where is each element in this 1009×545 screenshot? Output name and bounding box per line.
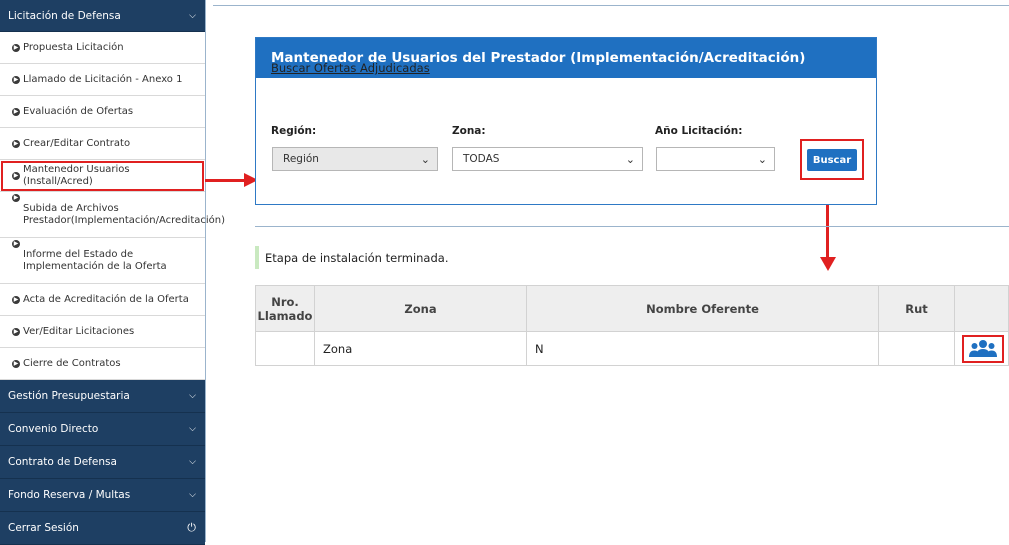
sidebar-section-cerrar-sesion[interactable]: Cerrar Sesión ⏻ xyxy=(0,512,205,545)
cell-zona: Zona xyxy=(314,331,527,366)
cell-nombre-oferente: N xyxy=(526,331,879,366)
chevron-down-icon: ⌵ xyxy=(189,391,196,401)
col-header-nombre-oferente: Nombre Oferente xyxy=(526,285,879,332)
cell-rut xyxy=(878,331,955,366)
power-icon: ⏻ xyxy=(187,521,196,534)
sidebar-item-cierre-contratos[interactable]: ▶ Cierre de Contratos xyxy=(0,348,205,380)
status-message: Etapa de instalación terminada. xyxy=(255,246,448,269)
results-table: Nro. Llamado Zona Nombre Oferente Rut Zo… xyxy=(255,285,1009,366)
status-bar-accent xyxy=(255,246,259,269)
table-row: Zona N xyxy=(255,331,1009,366)
region-label: Región: xyxy=(271,125,317,137)
arrow-circle-icon: ▶ xyxy=(12,107,20,116)
arrow-circle-icon: ▶ xyxy=(12,295,20,304)
chevron-down-icon: ⌄ xyxy=(420,152,430,166)
sidebar-item-subida-archivos[interactable]: ▶ Subida de Archivos Prestador(Implement… xyxy=(0,192,225,238)
zona-select-value: TODAS xyxy=(463,153,500,165)
sidebar-item-label: Llamado de Licitación - Anexo 1 xyxy=(23,73,183,85)
chevron-down-icon: ⌵ xyxy=(189,424,196,434)
arrow-circle-icon: ▶ xyxy=(12,171,20,180)
section-divider xyxy=(255,226,1009,227)
chevron-down-icon: ⌵ xyxy=(189,457,196,467)
sidebar-item-label: Mantenedor Usuarios (Install/Acred) xyxy=(23,163,130,187)
annotation-arrowhead-down xyxy=(820,257,836,271)
sidebar-item-label: Evaluación de Ofertas xyxy=(23,105,134,117)
sidebar-section-licitacion-defensa[interactable]: Licitación de Defensa ⌵ xyxy=(0,0,205,32)
sidebar-item-crear-contrato[interactable]: ▶ Crear/Editar Contrato xyxy=(0,128,205,160)
cell-nro-llamado xyxy=(255,331,315,366)
zona-select[interactable]: TODAS ⌄ xyxy=(452,147,643,171)
arrow-circle-icon: ▶ xyxy=(12,75,20,84)
sidebar-section-convenio-directo[interactable]: Convenio Directo ⌵ xyxy=(0,413,205,446)
chevron-down-icon: ⌵ xyxy=(189,490,196,500)
arrow-circle-icon: ▶ xyxy=(12,139,20,148)
sidebar-item-label: Subida de Archivos Prestador(Implementac… xyxy=(23,202,226,226)
sidebar-section-label: Licitación de Defensa xyxy=(8,9,121,22)
zona-label: Zona: xyxy=(452,125,486,137)
sidebar-item-label: Cierre de Contratos xyxy=(23,357,121,369)
sidebar-item-label: Crear/Editar Contrato xyxy=(23,137,131,149)
col-header-zona: Zona xyxy=(314,285,527,332)
sidebar-section-label: Contrato de Defensa xyxy=(8,456,117,468)
arrow-circle-icon: ▶ xyxy=(12,240,20,248)
annotation-arrow-horizontal xyxy=(205,179,245,182)
anio-licitacion-label: Año Licitación: xyxy=(655,125,743,137)
users-icon[interactable] xyxy=(964,337,1002,361)
sidebar-item-label: Ver/Editar Licitaciones xyxy=(23,325,135,337)
arrow-circle-icon: ▶ xyxy=(12,359,20,368)
region-select-value: Región xyxy=(283,153,319,165)
arrow-circle-icon: ▶ xyxy=(12,43,20,52)
sidebar-item-ver-licitaciones[interactable]: ▶ Ver/Editar Licitaciones xyxy=(0,316,205,348)
sidebar-item-label: Informe del Estado de Implementación de … xyxy=(23,248,167,272)
region-select[interactable]: Región ⌄ xyxy=(272,147,438,171)
sidebar-item-label: Acta de Acreditación de la Oferta xyxy=(23,293,189,305)
buscar-button[interactable]: Buscar xyxy=(807,149,857,171)
cell-actions xyxy=(954,331,1009,366)
sidebar-item-propuesta[interactable]: ▶ Propuesta Licitación xyxy=(0,32,205,64)
sidebar-section-fondo-reserva[interactable]: Fondo Reserva / Multas ⌵ xyxy=(0,479,205,512)
buscar-highlight: Buscar xyxy=(800,139,864,180)
sidebar: Licitación de Defensa ⌵ ▶ Propuesta Lici… xyxy=(0,0,225,545)
sidebar-section-label: Convenio Directo xyxy=(8,423,99,435)
arrow-circle-icon: ▶ xyxy=(12,194,20,202)
sidebar-item-mantenedor-usuarios[interactable]: ▶ Mantenedor Usuarios (Install/Acred) xyxy=(0,160,205,192)
sidebar-item-llamado[interactable]: ▶ Llamado de Licitación - Anexo 1 xyxy=(0,64,205,96)
sidebar-section-contrato-defensa[interactable]: Contrato de Defensa ⌵ xyxy=(0,446,205,479)
anio-licitacion-select[interactable]: ⌄ xyxy=(656,147,775,171)
sidebar-item-evaluacion[interactable]: ▶ Evaluación de Ofertas xyxy=(0,96,205,128)
sidebar-section-label: Cerrar Sesión xyxy=(8,522,79,534)
sidebar-section-gestion-presupuestaria[interactable]: Gestión Presupuestaria ⌵ xyxy=(0,380,205,413)
top-divider xyxy=(213,5,1009,6)
chevron-down-icon: ⌄ xyxy=(757,152,767,166)
col-header-nro-llamado: Nro. Llamado xyxy=(255,285,315,332)
arrow-circle-icon: ▶ xyxy=(12,327,20,336)
chevron-down-icon: ⌵ xyxy=(189,10,196,21)
search-section-title: Buscar Ofertas Adjudicadas xyxy=(271,61,430,75)
users-action-highlight xyxy=(962,334,1004,363)
sidebar-item-informe-estado[interactable]: ▶ Informe del Estado de Implementación d… xyxy=(0,238,205,284)
sidebar-item-label: Propuesta Licitación xyxy=(23,41,124,53)
sidebar-section-label: Gestión Presupuestaria xyxy=(8,390,130,402)
col-header-rut: Rut xyxy=(878,285,955,332)
sidebar-item-acta-acreditacion[interactable]: ▶ Acta de Acreditación de la Oferta xyxy=(0,284,205,316)
status-text: Etapa de instalación terminada. xyxy=(265,250,449,265)
chevron-down-icon: ⌄ xyxy=(625,152,635,166)
table-header-row: Nro. Llamado Zona Nombre Oferente Rut xyxy=(255,285,1009,332)
col-header-actions xyxy=(954,285,1009,332)
sidebar-section-label: Fondo Reserva / Multas xyxy=(8,489,131,501)
